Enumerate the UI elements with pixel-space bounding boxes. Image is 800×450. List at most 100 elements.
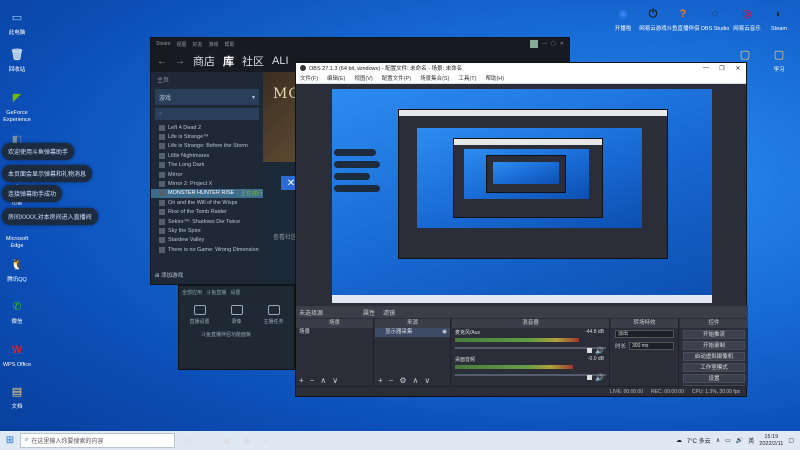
- volume-icon[interactable]: 🔊: [736, 437, 743, 444]
- steam-menu-games[interactable]: 游戏: [208, 41, 218, 48]
- toolbar-button[interactable]: ∧: [320, 376, 326, 385]
- desktop-icon[interactable]: ✆ 微信: [0, 297, 34, 326]
- steam-menu-help[interactable]: 帮助: [225, 41, 235, 48]
- game-list-item[interactable]: There is no Game: Wrong Dimension: [151, 245, 263, 254]
- game-list-item[interactable]: Life is Strange™: [151, 132, 263, 141]
- close-icon[interactable]: ✕: [560, 41, 564, 47]
- forward-arrow-icon[interactable]: →: [175, 56, 185, 67]
- steam-menu-friends[interactable]: 好友: [192, 41, 202, 48]
- weather-label[interactable]: 7°C 多云: [687, 436, 711, 445]
- nav-store[interactable]: 商店: [193, 53, 215, 69]
- obs-menu-item[interactable]: 编辑(E): [327, 74, 345, 82]
- game-list-item[interactable]: Life is Strange: Before the Storm: [151, 142, 263, 151]
- game-list-item[interactable]: Stardew Valley: [151, 236, 263, 245]
- source-properties-button[interactable]: 属性: [363, 308, 375, 317]
- steam-menu-steam[interactable]: Steam: [156, 41, 170, 47]
- volume-slider[interactable]: [455, 347, 606, 349]
- panel-tab-all[interactable]: 全部应用: [182, 290, 202, 296]
- obs-menu-item[interactable]: 帮助(H): [485, 74, 504, 82]
- volume-slider[interactable]: [455, 374, 606, 376]
- desktop-icon[interactable]: ? 斗鱼直播伴侣: [666, 4, 700, 33]
- desktop-icon[interactable]: ◎ 网易云音乐: [730, 4, 764, 33]
- community-label[interactable]: 查看社区: [273, 232, 297, 241]
- nav-profile[interactable]: ALI: [272, 55, 289, 67]
- library-home[interactable]: 主页: [151, 72, 263, 86]
- maximize-icon[interactable]: ❐: [714, 65, 730, 72]
- volume-slider-knob[interactable]: [587, 348, 592, 353]
- game-list-item[interactable]: Little Nightmares: [151, 151, 263, 160]
- game-list-item[interactable]: MONSTER HUNTER RISE - 正在运行: [151, 188, 263, 199]
- game-list-item[interactable]: Mirror: [151, 170, 263, 179]
- toolbar-button[interactable]: ∧: [413, 376, 419, 385]
- game-list-item[interactable]: Rise of the Tomb Raider: [151, 208, 263, 217]
- obs-menu-item[interactable]: 工具(T): [458, 74, 476, 82]
- library-filter-dropdown[interactable]: 游戏 ▾: [155, 89, 259, 105]
- desktop-icon[interactable]: 🗑 回收站: [0, 45, 34, 74]
- windows-start-icon[interactable]: ⊞: [0, 435, 20, 446]
- desktop-icon[interactable]: ◉ 开播啦: [606, 4, 640, 33]
- game-list-item[interactable]: Ori and the Will of the Wisps: [151, 198, 263, 207]
- input-language[interactable]: 英: [748, 436, 754, 445]
- obs-window[interactable]: OBS 27.1.3 (64 bit, windows) - 配置文件: 未命名…: [295, 62, 748, 397]
- nav-library[interactable]: 库: [223, 53, 234, 69]
- desktop-icon[interactable]: ▤ 文档: [0, 382, 34, 411]
- taskbar-app-icon[interactable]: ◫: [179, 434, 195, 448]
- control-button[interactable]: 启动虚拟摄像机: [683, 352, 745, 361]
- obs-menu-item[interactable]: 文件(F): [300, 74, 318, 82]
- control-button[interactable]: 开始录制: [683, 341, 745, 350]
- maximize-icon[interactable]: ▢: [551, 41, 556, 47]
- game-list-item[interactable]: Mirror 2: Project X: [151, 179, 263, 188]
- taskbar-app-icon[interactable]: ▤: [219, 434, 235, 448]
- obs-menu-item[interactable]: 配置文件(P): [382, 74, 411, 82]
- speaker-icon[interactable]: 🔊: [595, 347, 604, 355]
- nav-community[interactable]: 社区: [242, 53, 264, 69]
- add-game-button[interactable]: ⊞ 添加游戏: [155, 271, 183, 279]
- scene-item[interactable]: 场景: [296, 328, 373, 337]
- toolbar-button[interactable]: −: [310, 376, 315, 385]
- taskbar-app-icon[interactable]: ◉: [239, 434, 255, 448]
- desktop-icon[interactable]: 🐧 腾讯QQ: [0, 255, 34, 284]
- panel-live-settings[interactable]: 直播设置: [186, 305, 214, 325]
- control-button[interactable]: 工作室模式: [683, 363, 745, 372]
- toolbar-button[interactable]: +: [378, 376, 383, 385]
- panel-tasks[interactable]: 主播任务: [260, 305, 288, 325]
- desktop-icon[interactable]: W WPS Office: [0, 340, 34, 369]
- minimize-icon[interactable]: —: [542, 41, 547, 47]
- steam-avatar[interactable]: [530, 40, 539, 48]
- obs-menu-item[interactable]: 场景集合(S): [420, 74, 449, 82]
- minimize-icon[interactable]: —: [698, 65, 714, 72]
- taskbar-app-icon[interactable]: ◔: [199, 434, 215, 448]
- toolbar-button[interactable]: −: [389, 376, 394, 385]
- toolbar-button[interactable]: ⚙: [399, 376, 406, 385]
- game-list-item[interactable]: Left 4 Dead 2: [151, 123, 263, 132]
- steam-menu-view[interactable]: 视图: [176, 41, 186, 48]
- desktop-icon[interactable]: ▢ 学习: [762, 45, 796, 74]
- speaker-icon[interactable]: 🔊: [595, 374, 604, 382]
- taskbar-search-input[interactable]: ⌕ 在这里输入你要搜索的内容: [20, 433, 175, 448]
- close-icon[interactable]: ✕: [730, 65, 746, 72]
- desktop-icon[interactable]: ◌ OBS Studio: [698, 4, 732, 33]
- toolbar-button[interactable]: ∨: [332, 376, 338, 385]
- panel-tab-settings[interactable]: 设置: [230, 290, 240, 296]
- desktop-icon[interactable]: ◐ Steam: [762, 4, 796, 33]
- clock[interactable]: 15:19 2022/2/11: [759, 434, 783, 448]
- network-icon[interactable]: ▭: [725, 437, 731, 444]
- obs-preview[interactable]: [332, 89, 712, 303]
- taskbar-app-icon[interactable]: ◐: [259, 434, 275, 448]
- control-button[interactable]: 设置: [683, 374, 745, 383]
- library-search-input[interactable]: ⌕: [155, 108, 259, 120]
- duration-input[interactable]: 300 ms: [629, 342, 674, 350]
- volume-slider-knob[interactable]: [587, 375, 592, 380]
- taskbar-app-icon[interactable]: ◔: [279, 434, 295, 448]
- game-list-item[interactable]: The Long Dark: [151, 161, 263, 170]
- transition-select[interactable]: 淡出: [611, 328, 678, 340]
- eye-icon[interactable]: ◉: [442, 328, 447, 337]
- panel-recording[interactable]: 录像: [223, 305, 251, 325]
- panel-tab-douyu[interactable]: 斗鱼直播: [206, 290, 226, 296]
- desktop-icon[interactable]: ▭ 此电脑: [0, 8, 34, 37]
- game-list-item[interactable]: Sekiro™: Shadows Die Twice: [151, 217, 263, 226]
- notification-icon[interactable]: ▢: [788, 437, 794, 444]
- back-arrow-icon[interactable]: ←: [157, 56, 167, 67]
- source-item[interactable]: 显示器采集 ◉: [375, 328, 450, 337]
- toolbar-button[interactable]: +: [299, 376, 304, 385]
